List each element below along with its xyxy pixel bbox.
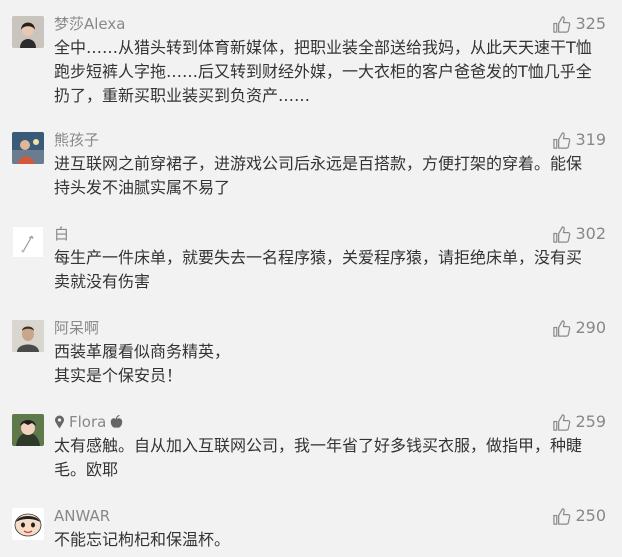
comment-item: 梦莎Alexa 325 全中……从猎头转到体育新媒体，把职业装全部送给我妈，从此… [0, 14, 622, 110]
like-button[interactable]: 259 [552, 412, 606, 432]
thumbs-up-icon [553, 507, 571, 525]
comment-author[interactable]: 白 [54, 224, 69, 244]
comment-author[interactable]: ANWAR [54, 506, 110, 526]
anime-avatar[interactable] [12, 414, 44, 446]
cartoon-boy-avatar[interactable] [12, 508, 44, 540]
comment-author[interactable]: 熊孩子 [54, 130, 99, 150]
person-photo-avatar[interactable] [12, 320, 44, 352]
like-count: 259 [575, 412, 606, 431]
thumbs-up-icon [553, 131, 571, 149]
apple-icon [110, 414, 123, 434]
pin-icon [54, 414, 65, 434]
like-button[interactable]: 290 [552, 318, 606, 338]
comment-author-name: Flora [69, 413, 107, 431]
child-photo-avatar[interactable] [12, 132, 44, 164]
thumbs-up-icon [553, 319, 571, 337]
woman-portrait-avatar[interactable] [12, 16, 44, 48]
like-button[interactable]: 302 [552, 224, 606, 244]
like-count: 302 [575, 224, 606, 243]
like-count: 250 [575, 506, 606, 525]
comment-text: 太有感触。自从加入互联网公司，我一年省了好多钱买衣服，做指甲，种睫 毛。欧耶 [54, 436, 583, 479]
thumbs-up-icon [553, 15, 571, 33]
like-count: 319 [575, 130, 606, 149]
like-count: 325 [575, 14, 606, 33]
thumbs-up-icon [553, 225, 571, 243]
comment-text: 全中……从猎头转到体育新媒体，把职业装全部送给我妈，从此天天速干T恤 跑步短裤人… [54, 38, 592, 105]
comment-item: ANWAR 250 不能忘记枸杞和保温杯。 [0, 506, 622, 554]
comment-list: 梦莎Alexa 325 全中……从猎头转到体育新媒体，把职业装全部送给我妈，从此… [0, 0, 622, 557]
comment-item: 熊孩子 319 进互联网之前穿裙子，进游戏公司后永远是百搭款，方便打架的穿着。能… [0, 130, 622, 202]
comment-text: 西装革履看似商务精英， 其实是个保安员！ [54, 342, 231, 385]
like-count: 290 [575, 318, 606, 337]
comment-item: 阿呆啊 290 西装革履看似商务精英， 其实是个保安员！ [0, 318, 622, 390]
comment-text: 进互联网之前穿裙子，进游戏公司后永远是百搭款，方便打架的穿着。能保 持头发不油腻… [54, 154, 583, 197]
thumbs-up-icon [553, 413, 571, 431]
like-button[interactable]: 250 [552, 506, 606, 526]
like-button[interactable]: 319 [552, 130, 606, 150]
white-sketch-avatar[interactable] [12, 226, 44, 258]
comment-text: 每生产一件床单，就要失去一名程序猿，关爱程序猿，请拒绝床单，没有买 卖就没有伤害 [54, 248, 583, 291]
comment-author[interactable]: 阿呆啊 [54, 318, 99, 338]
like-button[interactable]: 325 [552, 14, 606, 34]
comment-text: 不能忘记枸杞和保温杯。 [54, 530, 231, 549]
comment-author[interactable]: 梦莎Alexa [54, 14, 125, 34]
comment-item: 白 302 每生产一件床单，就要失去一名程序猿，关爱程序猿，请拒绝床单，没有买 … [0, 224, 622, 296]
comment-author[interactable]: Flora [54, 412, 123, 434]
comment-item: Flora 259 太有感触。自从加入互联网公司，我一年省了好多钱买衣服，做指甲… [0, 412, 622, 484]
